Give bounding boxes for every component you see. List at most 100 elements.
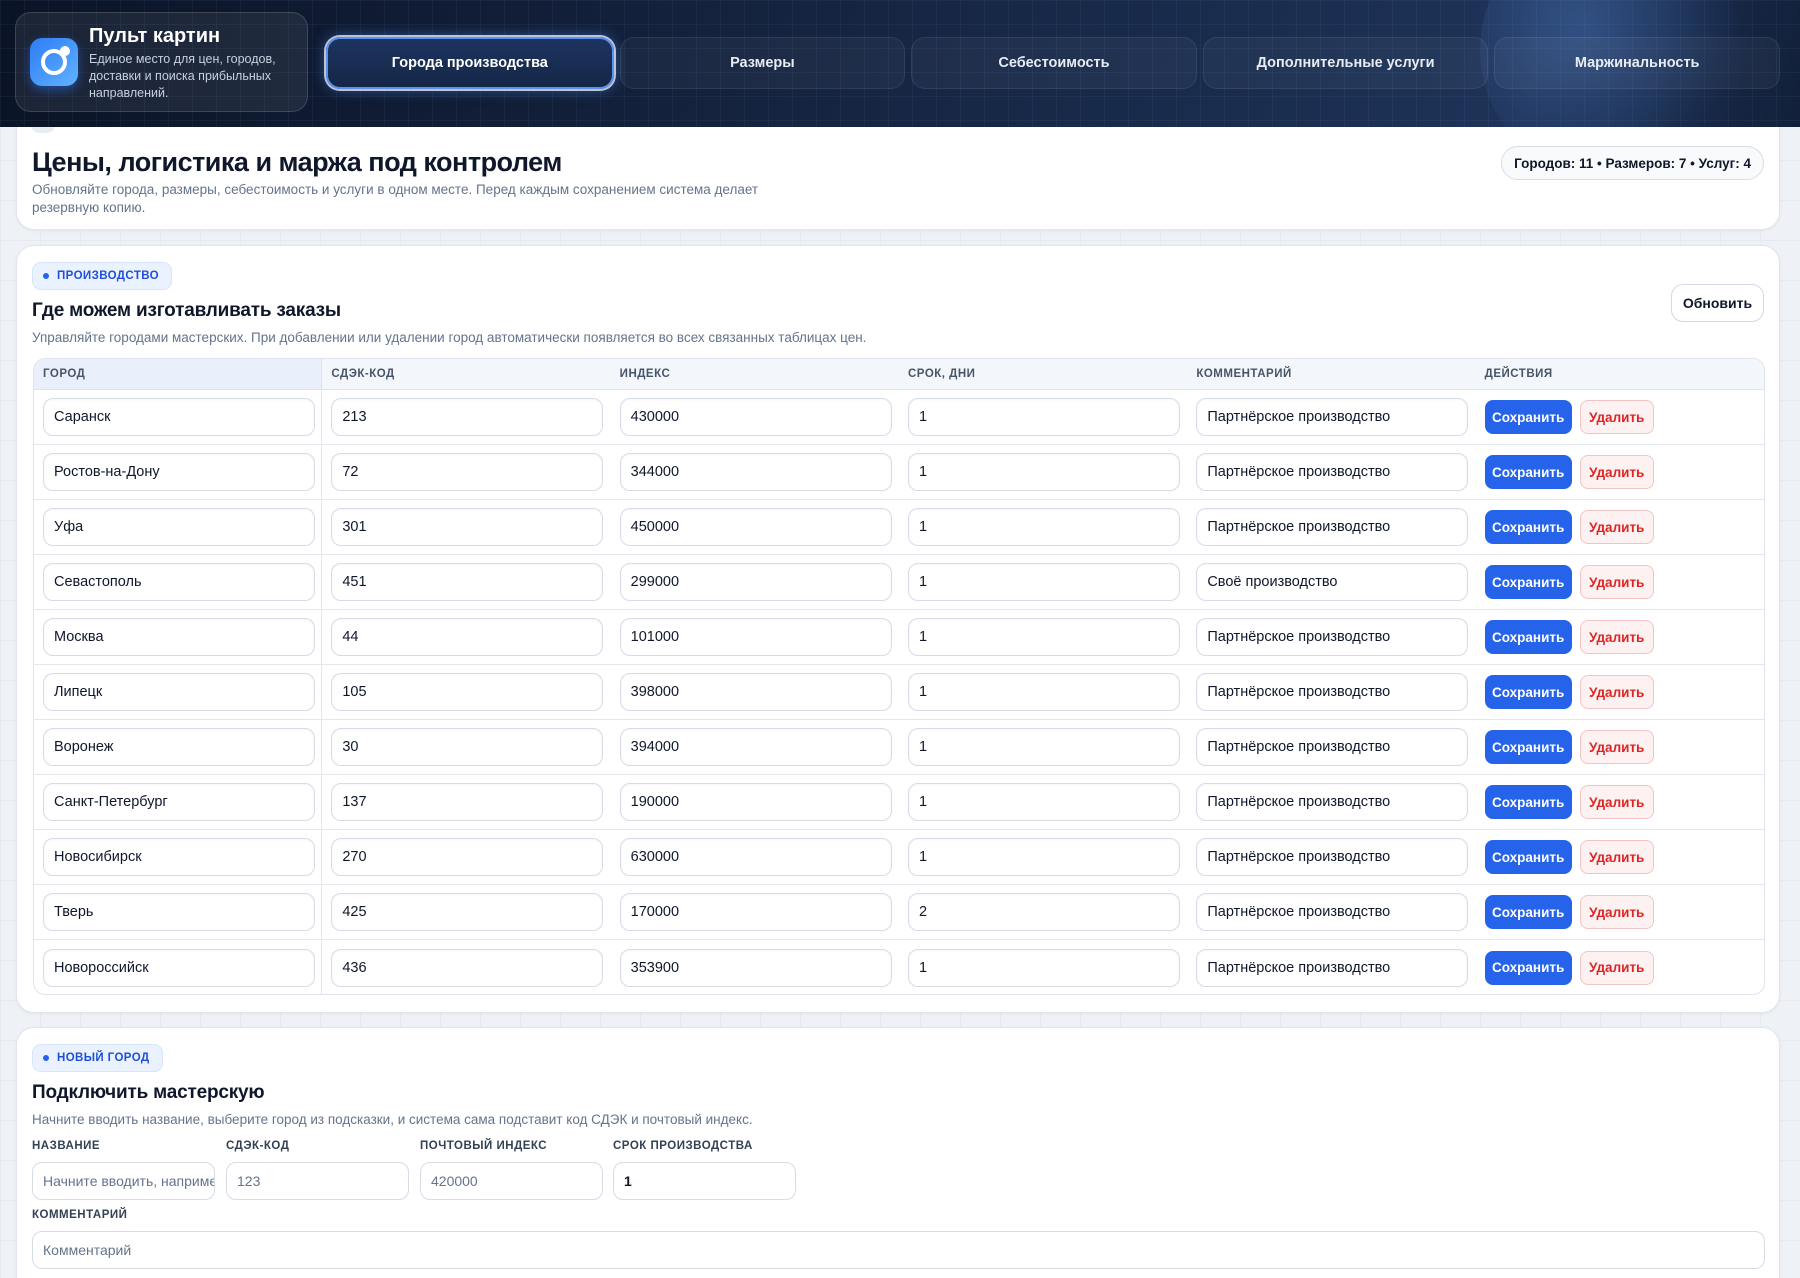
- postal-index-input[interactable]: 420000: [420, 1162, 603, 1200]
- city-input[interactable]: Санкт-Петербург: [43, 783, 315, 821]
- delete-button[interactable]: Удалить: [1579, 565, 1654, 599]
- tab-production-cities[interactable]: Города производства: [326, 37, 614, 89]
- comment-input[interactable]: Партнёрское производство: [1196, 838, 1469, 876]
- save-button[interactable]: Сохранить: [1484, 675, 1572, 709]
- city-input[interactable]: Новороссийск: [43, 948, 315, 987]
- comment-input[interactable]: Партнёрское производство: [1196, 673, 1469, 711]
- tab-cost[interactable]: Себестоимость: [911, 37, 1197, 89]
- save-button[interactable]: Сохранить: [1484, 840, 1572, 874]
- days-input[interactable]: 1: [908, 398, 1180, 436]
- row-actions: Сохранить Удалить: [1484, 510, 1654, 544]
- actions-cell: Сохранить Удалить: [1476, 500, 1764, 554]
- city-input[interactable]: Тверь: [43, 893, 315, 931]
- index-input[interactable]: 430000: [619, 398, 892, 436]
- cdek-code-input[interactable]: 30: [331, 728, 604, 766]
- table-cell: 353900: [611, 940, 899, 994]
- production-days-input[interactable]: 1: [613, 1162, 796, 1200]
- row-actions: Сохранить Удалить: [1484, 400, 1654, 434]
- name-input[interactable]: Начните вводить, например: [32, 1162, 215, 1200]
- delete-button[interactable]: Удалить: [1579, 620, 1654, 654]
- save-button[interactable]: Сохранить: [1484, 620, 1572, 654]
- save-button[interactable]: Сохранить: [1484, 785, 1572, 819]
- comment-input[interactable]: Партнёрское производство: [1196, 783, 1469, 821]
- save-button[interactable]: Сохранить: [1484, 510, 1572, 544]
- index-input[interactable]: 101000: [619, 618, 892, 656]
- save-button[interactable]: Сохранить: [1484, 730, 1572, 764]
- days-input[interactable]: 1: [908, 563, 1180, 601]
- cdek-code-input[interactable]: 105: [331, 673, 604, 711]
- delete-button[interactable]: Удалить: [1579, 455, 1654, 489]
- cdek-code-input[interactable]: 44: [331, 618, 604, 656]
- index-input[interactable]: 394000: [619, 728, 892, 766]
- save-button[interactable]: Сохранить: [1484, 950, 1572, 985]
- comment-input[interactable]: Партнёрское производство: [1196, 948, 1469, 987]
- city-input[interactable]: Саранск: [43, 398, 315, 436]
- comment-input[interactable]: Партнёрское производство: [1196, 453, 1469, 491]
- cdek-code-input[interactable]: 213: [331, 398, 604, 436]
- days-input[interactable]: 2: [908, 893, 1180, 931]
- delete-button[interactable]: Удалить: [1579, 400, 1654, 434]
- days-input[interactable]: 1: [908, 838, 1180, 876]
- main-tabs: Города производства Размеры Себестоимост…: [326, 34, 1780, 92]
- delete-button[interactable]: Удалить: [1579, 675, 1654, 709]
- city-input[interactable]: Уфа: [43, 508, 315, 546]
- save-button[interactable]: Сохранить: [1484, 565, 1572, 599]
- cdek-code-input[interactable]: 451: [331, 563, 604, 601]
- delete-button[interactable]: Удалить: [1579, 895, 1654, 929]
- city-input[interactable]: Ростов-на-Дону: [43, 453, 315, 491]
- comment-input[interactable]: Партнёрское производство: [1196, 618, 1469, 656]
- days-input[interactable]: 1: [908, 673, 1180, 711]
- tab-extra-services[interactable]: Дополнительные услуги: [1202, 37, 1489, 89]
- comment-input[interactable]: Партнёрское производство: [1196, 398, 1469, 436]
- tab-margin[interactable]: Маржинальность: [1494, 37, 1780, 89]
- city-input[interactable]: Воронеж: [43, 728, 315, 766]
- index-input[interactable]: 344000: [619, 453, 892, 491]
- comment-input[interactable]: Комментарий: [32, 1231, 1765, 1269]
- city-input[interactable]: Москва: [43, 618, 315, 656]
- days-input[interactable]: 1: [908, 508, 1180, 546]
- days-input[interactable]: 1: [908, 948, 1180, 987]
- index-input[interactable]: 450000: [619, 508, 892, 546]
- comment-input[interactable]: Партнёрское производство: [1196, 893, 1469, 931]
- delete-button[interactable]: Удалить: [1579, 840, 1654, 874]
- index-input[interactable]: 170000: [619, 893, 892, 931]
- days-input[interactable]: 1: [908, 453, 1180, 491]
- table-row: Липецк 105 398000 1 Партнёрское производство…: [34, 665, 1764, 720]
- city-input[interactable]: Новосибирск: [43, 838, 315, 876]
- app-title: Пульт картин: [89, 25, 221, 47]
- comment-input[interactable]: Партнёрское производство: [1196, 728, 1469, 766]
- index-input[interactable]: 190000: [619, 783, 892, 821]
- cdek-code-input[interactable]: 425: [331, 893, 604, 931]
- days-input[interactable]: 1: [908, 618, 1180, 656]
- tab-sizes[interactable]: Размеры: [619, 37, 906, 89]
- index-input[interactable]: 398000: [619, 673, 892, 711]
- city-input[interactable]: Липецк: [43, 673, 315, 711]
- cdek-code-input[interactable]: 72: [331, 453, 604, 491]
- delete-button[interactable]: Удалить: [1579, 510, 1654, 544]
- save-button[interactable]: Сохранить: [1484, 895, 1572, 929]
- delete-button[interactable]: Удалить: [1579, 730, 1654, 764]
- days-input[interactable]: 1: [908, 728, 1180, 766]
- index-input[interactable]: 299000: [619, 563, 892, 601]
- table-cell: 299000: [611, 555, 899, 609]
- days-input[interactable]: 1: [908, 783, 1180, 821]
- table-row: Саранск 213 430000 1 Партнёрское производств…: [34, 390, 1764, 445]
- refresh-button[interactable]: Обновить: [1671, 284, 1764, 322]
- cdek-code-input[interactable]: 137: [331, 783, 604, 821]
- column-header-days: СРОК, ДНИ: [908, 368, 976, 380]
- delete-button[interactable]: Удалить: [1579, 785, 1654, 819]
- delete-button[interactable]: Удалить: [1579, 950, 1654, 985]
- comment-input[interactable]: Своё производство: [1196, 563, 1469, 601]
- city-input[interactable]: Севастополь: [43, 563, 315, 601]
- index-input[interactable]: 630000: [619, 838, 892, 876]
- index-input[interactable]: 353900: [619, 948, 892, 987]
- cdek-code-input[interactable]: 270: [331, 838, 604, 876]
- save-button[interactable]: Сохранить: [1484, 400, 1572, 434]
- table-cell: 1: [899, 555, 1187, 609]
- cdek-input[interactable]: 123: [226, 1162, 409, 1200]
- cdek-code-input[interactable]: 301: [331, 508, 604, 546]
- production-description: Управляйте городами мастерских. При доба…: [32, 330, 867, 345]
- cdek-code-input[interactable]: 436: [331, 948, 604, 987]
- save-button[interactable]: Сохранить: [1484, 455, 1572, 489]
- comment-input[interactable]: Партнёрское производство: [1196, 508, 1469, 546]
